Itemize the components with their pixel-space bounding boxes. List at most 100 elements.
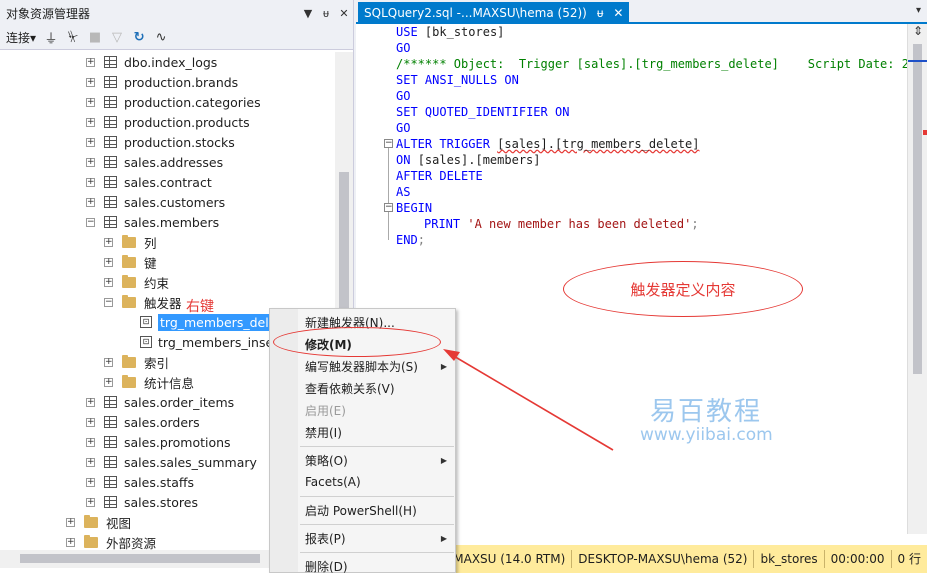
tree-item[interactable]: + sales.stores — [86, 492, 198, 512]
expand-icon[interactable]: + — [86, 417, 95, 427]
print-string: 'A new member has been deleted' — [467, 217, 692, 231]
folder-icon — [122, 354, 136, 368]
kw-quoted-identifier: QUOTED_IDENTIFIER — [424, 105, 548, 119]
chevron-down-icon[interactable]: ▾ — [916, 5, 921, 16]
db-name: [bk_stores] — [424, 25, 505, 39]
expand-icon[interactable]: + — [86, 397, 95, 407]
tree-item-label: sales.orders — [124, 414, 200, 430]
expand-icon[interactable]: + — [104, 357, 113, 367]
code-line: BEGIN — [396, 200, 432, 216]
tree-item[interactable]: + production.brands — [86, 72, 238, 92]
menu-item-policies[interactable]: 策略(O) ▶ — [270, 449, 455, 471]
tree-item[interactable]: + sales.addresses — [86, 152, 223, 172]
tree-item[interactable]: + sales.sales_summary — [86, 452, 257, 472]
expand-icon[interactable]: + — [86, 137, 95, 147]
table-icon — [104, 176, 117, 188]
tree-item[interactable]: + 统计信息 — [104, 372, 194, 392]
tree-item[interactable]: − 触发器 — [104, 292, 182, 312]
tree-item[interactable]: + dbo.index_logs — [86, 52, 217, 72]
expand-icon[interactable]: + — [86, 157, 95, 167]
tree-item-label: production.categories — [124, 94, 261, 110]
tree-item-label: sales.members — [124, 214, 220, 230]
tree-item[interactable]: + 外部资源 — [66, 532, 156, 550]
expand-icon[interactable]: + — [86, 177, 95, 187]
expand-icon[interactable]: + — [86, 497, 95, 507]
menu-item-label: 删除(D) — [305, 559, 348, 573]
menu-item-delete[interactable]: 删除(D) — [270, 555, 455, 573]
expand-icon[interactable]: + — [86, 437, 95, 447]
scrollbar-thumb[interactable] — [913, 44, 922, 374]
expand-icon[interactable]: + — [86, 457, 95, 467]
activity-monitor-icon[interactable]: ∿ — [154, 30, 168, 45]
tree-item[interactable]: + sales.staffs — [86, 472, 194, 492]
pin-icon[interactable]: ᵾ — [317, 7, 335, 20]
tree-item[interactable]: + production.categories — [86, 92, 261, 112]
tree-item-label: sales.staffs — [124, 474, 195, 490]
fold-collapse-icon[interactable]: − — [384, 203, 393, 212]
fold-collapse-icon[interactable]: − — [384, 139, 393, 148]
filter-icon[interactable]: ▽ — [110, 30, 124, 45]
code-line: GO — [396, 88, 410, 104]
refresh-icon[interactable]: ↻ — [132, 30, 146, 45]
kw-begin: BEGIN — [396, 201, 433, 215]
collapse-icon[interactable]: − — [86, 217, 95, 227]
tree-item[interactable]: + 视图 — [66, 512, 131, 532]
pin-icon[interactable]: ᵾ — [597, 6, 604, 20]
tree-item[interactable]: + 索引 — [104, 352, 169, 372]
expand-icon[interactable]: + — [104, 377, 113, 387]
expand-icon[interactable]: + — [104, 277, 113, 287]
expand-icon[interactable]: + — [104, 257, 113, 267]
tree-item-label: trg_members_dele — [158, 313, 279, 331]
tree-item[interactable]: + 列 — [104, 232, 157, 252]
tree-item-label: sales.stores — [124, 494, 198, 510]
tree-item[interactable]: − sales.members — [86, 212, 219, 232]
scrollbar-thumb[interactable] — [20, 554, 260, 563]
menu-item-reports[interactable]: 报表(P) ▶ — [270, 527, 455, 549]
expand-icon[interactable]: + — [104, 237, 113, 247]
editor-vertical-scrollbar[interactable]: ⇕ — [907, 24, 927, 534]
split-icon[interactable]: ⇕ — [911, 24, 925, 38]
expand-icon[interactable]: + — [66, 517, 75, 527]
expand-icon[interactable]: + — [86, 477, 95, 487]
code-line: SET ANSI_NULLS ON — [396, 72, 519, 88]
tree-item[interactable]: + sales.contract — [86, 172, 212, 192]
expand-icon[interactable]: + — [86, 117, 95, 127]
tree-item[interactable]: + production.stocks — [86, 132, 235, 152]
tree-item[interactable]: + 约束 — [104, 272, 169, 292]
submenu-arrow-icon: ▶ — [440, 361, 447, 371]
menu-item-facets[interactable]: Facets(A) — [270, 471, 455, 493]
panel-menu-icon[interactable]: ▼ — [299, 7, 317, 20]
close-icon[interactable]: ✕ — [613, 6, 623, 20]
connect-plug-icon[interactable]: ⏚ — [44, 28, 58, 47]
tree-item[interactable]: + 键 — [104, 252, 157, 272]
menu-item-powershell[interactable]: 启动 PowerShell(H) — [270, 499, 455, 521]
close-icon[interactable]: ✕ — [335, 7, 353, 20]
expand-icon[interactable]: + — [66, 537, 75, 547]
expand-icon[interactable]: + — [86, 77, 95, 87]
collapse-icon[interactable]: − — [104, 297, 113, 307]
tree-item[interactable]: + sales.orders — [86, 412, 200, 432]
menu-item-label: 报表(P) — [305, 531, 346, 546]
menu-item-script-trigger-as[interactable]: 编写触发器脚本为(S) ▶ — [270, 355, 455, 377]
menu-item-label: 查看依赖关系(V) — [305, 381, 395, 396]
tree-item-label: sales.promotions — [124, 434, 231, 450]
menu-item-view-dependencies[interactable]: 查看依赖关系(V) — [270, 377, 455, 399]
table-name: [sales].[members] — [417, 153, 541, 167]
connect-button[interactable]: 连接▾ — [6, 29, 36, 46]
tree-item[interactable]: + production.products — [86, 112, 250, 132]
tree-item[interactable]: ⊡ trg_members_inser — [140, 332, 278, 352]
expand-icon[interactable]: + — [86, 197, 95, 207]
tree-item-label: production.products — [124, 114, 250, 130]
stop-icon[interactable]: ■ — [88, 30, 102, 45]
tree-item[interactable]: + sales.promotions — [86, 432, 231, 452]
expand-icon[interactable]: + — [86, 97, 95, 107]
semicolon: ; — [417, 233, 425, 247]
expand-icon[interactable]: + — [86, 57, 95, 67]
tree-item[interactable]: + sales.order_items — [86, 392, 234, 412]
disconnect-plug-icon[interactable]: ⏧ — [66, 30, 80, 45]
status-server: MAXSU (14.0 RTM) — [447, 550, 573, 568]
code-comment: /****** Object: Trigger [sales].[trg_mem… — [396, 57, 907, 71]
tab-sqlquery2[interactable]: SQLQuery2.sql -...MAXSU\hema (52)) ᵾ ✕ — [358, 2, 630, 24]
tree-item[interactable]: + sales.customers — [86, 192, 225, 212]
menu-item-disable[interactable]: 禁用(I) — [270, 421, 455, 443]
